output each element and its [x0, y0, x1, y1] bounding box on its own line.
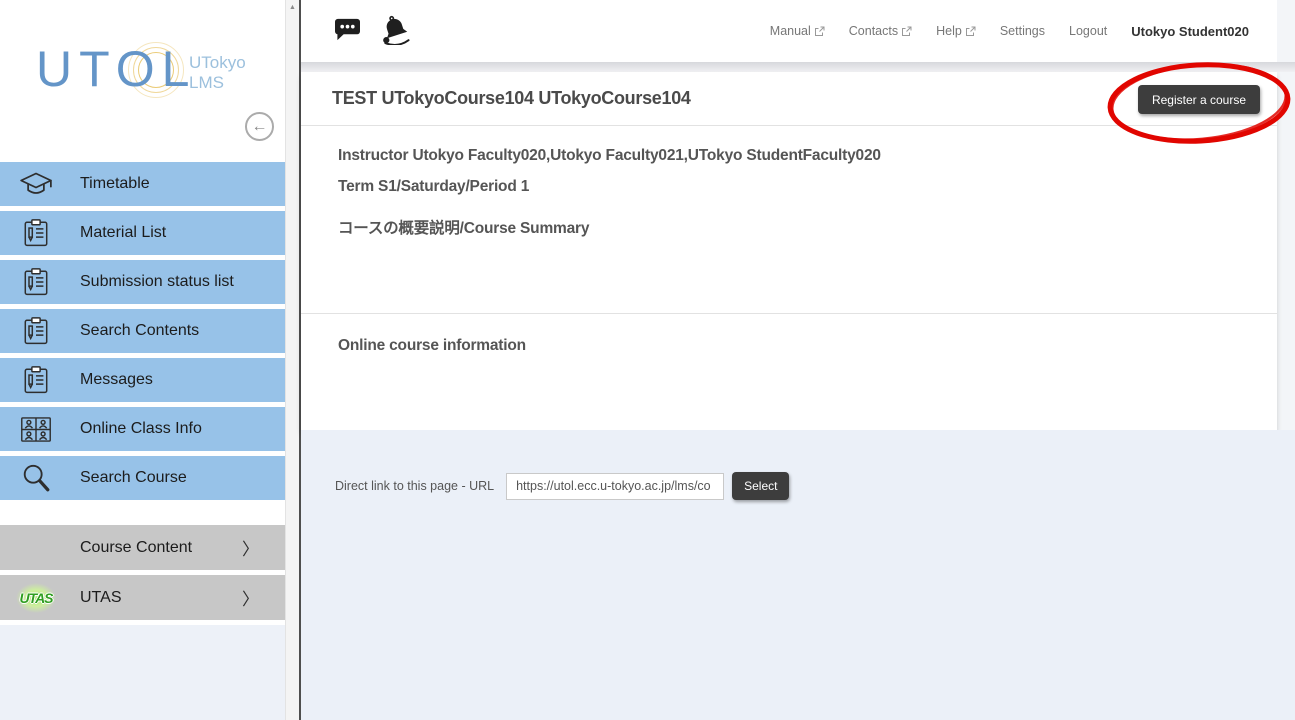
chevron-right-icon: 〉 — [242, 585, 259, 610]
bell-icon — [378, 14, 412, 48]
video-grid-icon — [16, 416, 56, 443]
online-course-info-heading: Online course information — [338, 337, 1277, 355]
clipboard-icon — [16, 267, 56, 297]
direct-link-label: Direct link to this page - URL — [335, 479, 494, 493]
sidebar-logo-area: UTOL UTokyo LMS ← — [0, 0, 285, 162]
username: Utokyo Student020 — [1131, 24, 1249, 39]
course-title: TEST UTokyoCourse104 UTokyoCourse104 — [332, 88, 691, 109]
utol-lms-app: UTOL UTokyo LMS ← Timetable — [0, 0, 1295, 720]
sidebar-item-search-contents[interactable]: Search Contents — [0, 309, 285, 353]
term-line: Term S1/Saturday/Period 1 — [338, 178, 1277, 196]
course-header: TEST UTokyoCourse104 UTokyoCourse104 Reg… — [301, 72, 1277, 126]
page-footer-area: Direct link to this page - URL Select — [301, 430, 1295, 720]
graduation-cap-icon — [16, 170, 56, 198]
messages-button[interactable] — [333, 17, 362, 45]
chevron-right-icon: 〉 — [242, 535, 259, 560]
main-area: Manual Contacts Help Settings Logout Uto… — [301, 0, 1295, 720]
topbar-shadow — [301, 62, 1295, 72]
sidebar-item-online-class-info[interactable]: Online Class Info — [0, 407, 285, 451]
chat-bubble-icon — [333, 17, 362, 45]
sidebar-item-label: Search Contents — [80, 322, 199, 340]
sidebar-item-label: Submission status list — [80, 273, 234, 291]
sidebar: UTOL UTokyo LMS ← Timetable — [0, 0, 285, 720]
select-button[interactable]: Select — [732, 472, 789, 500]
help-link[interactable]: Help — [936, 24, 976, 38]
course-details: Instructor Utokyo Faculty020,Utokyo Facu… — [301, 126, 1277, 314]
sidebar-item-label: UTAS — [80, 589, 121, 607]
sidebar-empty-area — [0, 625, 285, 720]
sidebar-item-messages[interactable]: Messages — [0, 358, 285, 402]
sidebar-item-label: Course Content — [80, 539, 192, 557]
scroll-up-icon[interactable]: ▲ — [286, 4, 299, 11]
topbar: Manual Contacts Help Settings Logout Uto… — [301, 0, 1277, 62]
settings-link[interactable]: Settings — [1000, 24, 1045, 38]
sidebar-item-utas[interactable]: UTAS UTAS 〉 — [0, 575, 285, 620]
external-link-icon — [814, 26, 825, 37]
direct-link-row: Direct link to this page - URL Select — [335, 472, 789, 500]
logout-link[interactable]: Logout — [1069, 24, 1107, 38]
online-course-section: Online course information — [301, 314, 1277, 355]
sidebar-item-course-content[interactable]: Course Content 〉 — [0, 525, 285, 570]
direct-link-url-input[interactable] — [506, 473, 724, 500]
sidebar-item-label: Online Class Info — [80, 420, 202, 438]
utol-logo-subtitle: UTokyo LMS — [189, 53, 246, 93]
instructor-line: Instructor Utokyo Faculty020,Utokyo Facu… — [338, 147, 1277, 165]
sidebar-item-submission-status[interactable]: Submission status list — [0, 260, 285, 304]
topbar-links: Manual Contacts Help Settings Logout Uto… — [770, 24, 1249, 39]
contacts-link[interactable]: Contacts — [849, 24, 912, 38]
utas-logo-icon: UTAS — [16, 583, 56, 613]
external-link-icon — [965, 26, 976, 37]
sidebar-item-label: Material List — [80, 224, 166, 242]
sidebar-item-timetable[interactable]: Timetable — [0, 162, 285, 206]
course-summary-heading: コースの概要説明/Course Summary — [338, 216, 1277, 238]
utol-logo[interactable]: UTOL — [36, 40, 196, 98]
notifications-button[interactable] — [378, 14, 412, 48]
sidebar-item-label: Messages — [80, 371, 153, 389]
sidebar-item-label: Search Course — [80, 469, 187, 487]
magnifier-icon — [16, 462, 56, 494]
sidebar-scrollbar[interactable]: ▲ — [285, 0, 299, 720]
sidebar-item-search-course[interactable]: Search Course — [0, 456, 285, 500]
sidebar-item-material-list[interactable]: Material List — [0, 211, 285, 255]
left-arrow-icon: ← — [252, 118, 268, 135]
external-link-icon — [901, 26, 912, 37]
clipboard-icon — [16, 316, 56, 346]
sidebar-collapse-button[interactable]: ← — [245, 112, 274, 141]
register-course-button[interactable]: Register a course — [1138, 85, 1260, 114]
manual-link[interactable]: Manual — [770, 24, 825, 38]
sidebar-item-label: Timetable — [80, 175, 150, 193]
clipboard-icon — [16, 365, 56, 395]
clipboard-icon — [16, 218, 56, 248]
course-card: TEST UTokyoCourse104 UTokyoCourse104 Reg… — [301, 72, 1277, 430]
